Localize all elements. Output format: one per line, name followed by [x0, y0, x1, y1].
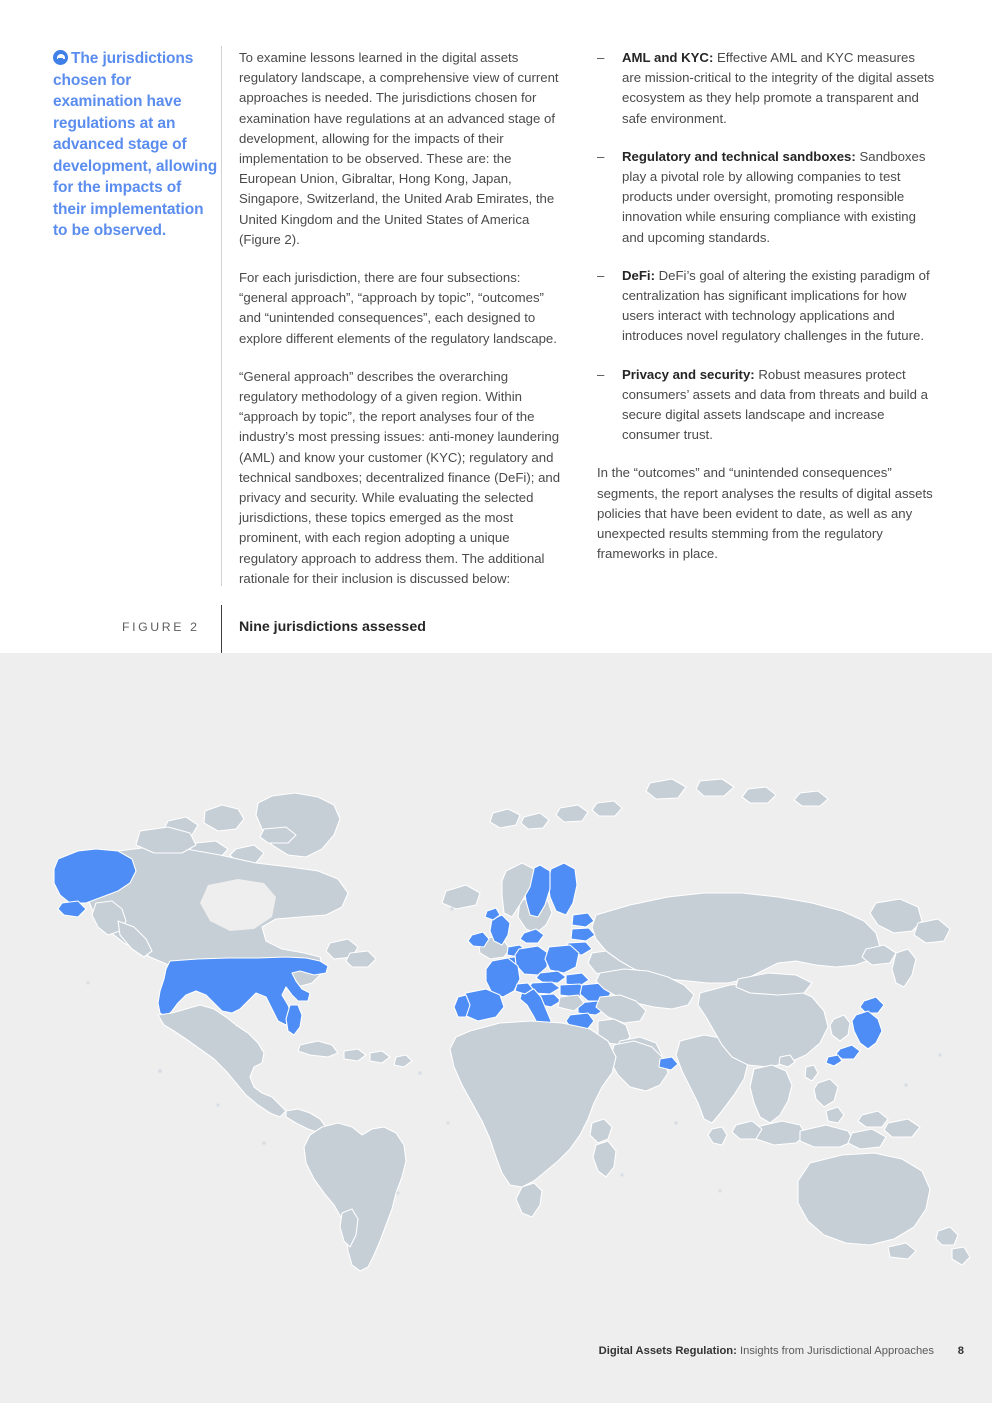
footer-document-title: Digital Assets Regulation: Insights from… — [599, 1345, 934, 1357]
figure-map-panel: United States of America United Kingdom … — [0, 653, 992, 1403]
bullet-term: Privacy and security: — [622, 366, 755, 382]
world-map-graphic — [53, 778, 971, 1272]
quote-bubble-icon — [53, 50, 68, 65]
topic-bullet-list: – AML and KYC: Effective AML and KYC meas… — [597, 48, 937, 445]
pull-quote: The jurisdictions chosen for examination… — [53, 48, 218, 242]
bullet-term: DeFi: — [622, 267, 655, 283]
list-item: – DeFi: DeFi’s goal of altering the exist… — [597, 266, 937, 347]
bullet-term: Regulatory and technical sandboxes: — [622, 148, 856, 164]
paragraph-2: For each jurisdiction, there are four su… — [239, 270, 557, 346]
page-footer: Digital Assets Regulation: Insights from… — [0, 1345, 992, 1365]
closing-paragraph: In the “outcomes” and “unintended conseq… — [597, 465, 933, 562]
figure-caption-divider — [221, 605, 223, 653]
figure-title: Nine jurisdictions assessed — [239, 619, 426, 635]
bullet-text: DeFi’s goal of altering the existing par… — [622, 267, 930, 344]
bullet-term: AML and KYC: — [622, 50, 714, 65]
paragraph-3: “General approach” describes the overarc… — [239, 368, 561, 586]
list-item: – Privacy and security: Robust measures p… — [597, 365, 937, 446]
list-item: – Regulatory and technical sandboxes: San… — [597, 147, 937, 248]
page-top-text-area: The jurisdictions chosen for examination… — [0, 0, 992, 653]
body-column-middle: To examine lessons learned in the digita… — [239, 48, 569, 607]
bullet-dash-icon: – — [597, 267, 605, 283]
list-item: – AML and KYC: Effective AML and KYC meas… — [597, 48, 937, 129]
bullet-dash-icon: – — [597, 50, 605, 65]
figure-caption-bar: FIGURE 2 Nine jurisdictions assessed — [0, 605, 992, 653]
pull-quote-text: The jurisdictions chosen for examination… — [53, 50, 218, 239]
footer-page-number: 8 — [957, 1345, 964, 1357]
footer-title-bold: Digital Assets Regulation: — [598, 1345, 737, 1357]
figure-label: FIGURE 2 — [122, 620, 200, 634]
paragraph-1: To examine lessons learned in the digita… — [239, 50, 559, 247]
column-divider-rule — [221, 46, 222, 586]
bullet-dash-icon: – — [597, 148, 605, 164]
body-column-right: – AML and KYC: Effective AML and KYC meas… — [597, 48, 937, 582]
bullet-dash-icon: – — [597, 366, 605, 382]
footer-title-rest: Insights from Jurisdictional Approaches — [736, 1345, 934, 1357]
